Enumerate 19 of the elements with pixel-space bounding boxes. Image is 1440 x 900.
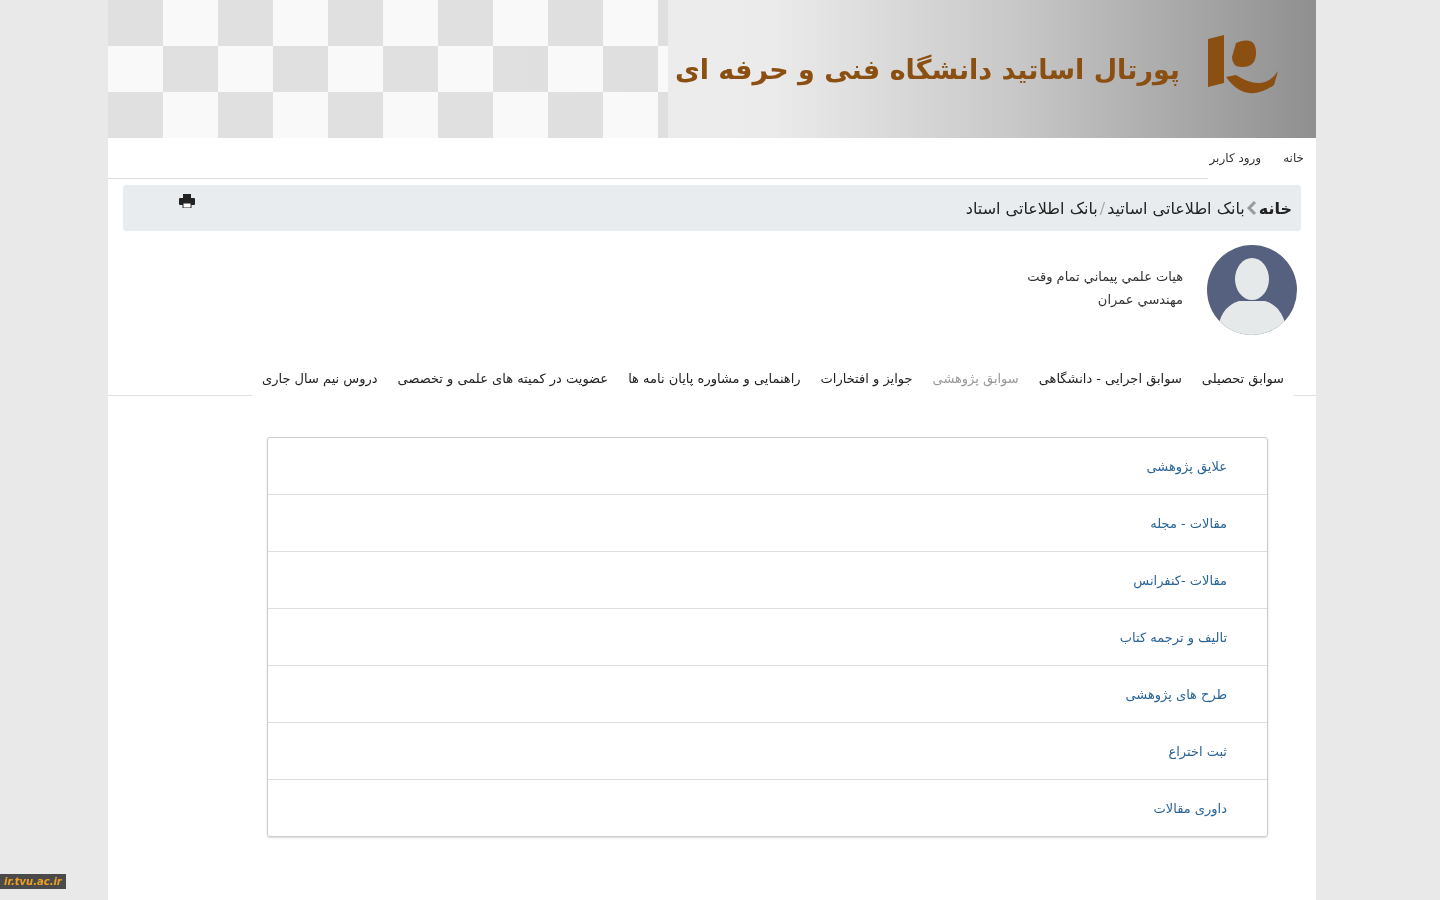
portal-title: پورتال اساتید دانشگاه فنی و حرفه ای xyxy=(674,53,1180,85)
section-link[interactable]: علایق پژوهشی xyxy=(1146,458,1227,474)
profile-text: مهندسي عمران xyxy=(1096,292,1183,307)
site-badge: ir.tvu.ac.ir xyxy=(0,874,66,889)
section-link[interactable]: ثبت اختراع xyxy=(1168,743,1227,759)
breadcrumb-page-title: بانک اطلاعاتی استاد xyxy=(965,198,1098,218)
breadcrumb-link[interactable]: خانه xyxy=(1258,198,1292,218)
nav-link[interactable]: خانه xyxy=(1283,151,1304,165)
section-link[interactable]: مقالات - مجله xyxy=(1150,515,1227,531)
section-link[interactable]: داوری مقالات xyxy=(1153,800,1227,816)
section-link[interactable]: مقالات -کنفرانس xyxy=(1133,572,1227,588)
section-link[interactable]: تالیف و ترجمه کتاب xyxy=(1119,629,1227,645)
nav-link[interactable]: ورود کاربر xyxy=(1209,151,1262,165)
chevron-icon xyxy=(1246,200,1257,216)
profile-text: هيات علمي پيماني تمام وقت xyxy=(1027,269,1183,284)
breadcrumb-link[interactable]: بانک اطلاعاتی اساتید xyxy=(1107,198,1245,218)
section-link[interactable]: طرح های پژوهشی xyxy=(1125,686,1227,702)
print-icon[interactable] xyxy=(179,194,195,208)
breadcrumb-separator: / xyxy=(1099,198,1106,218)
